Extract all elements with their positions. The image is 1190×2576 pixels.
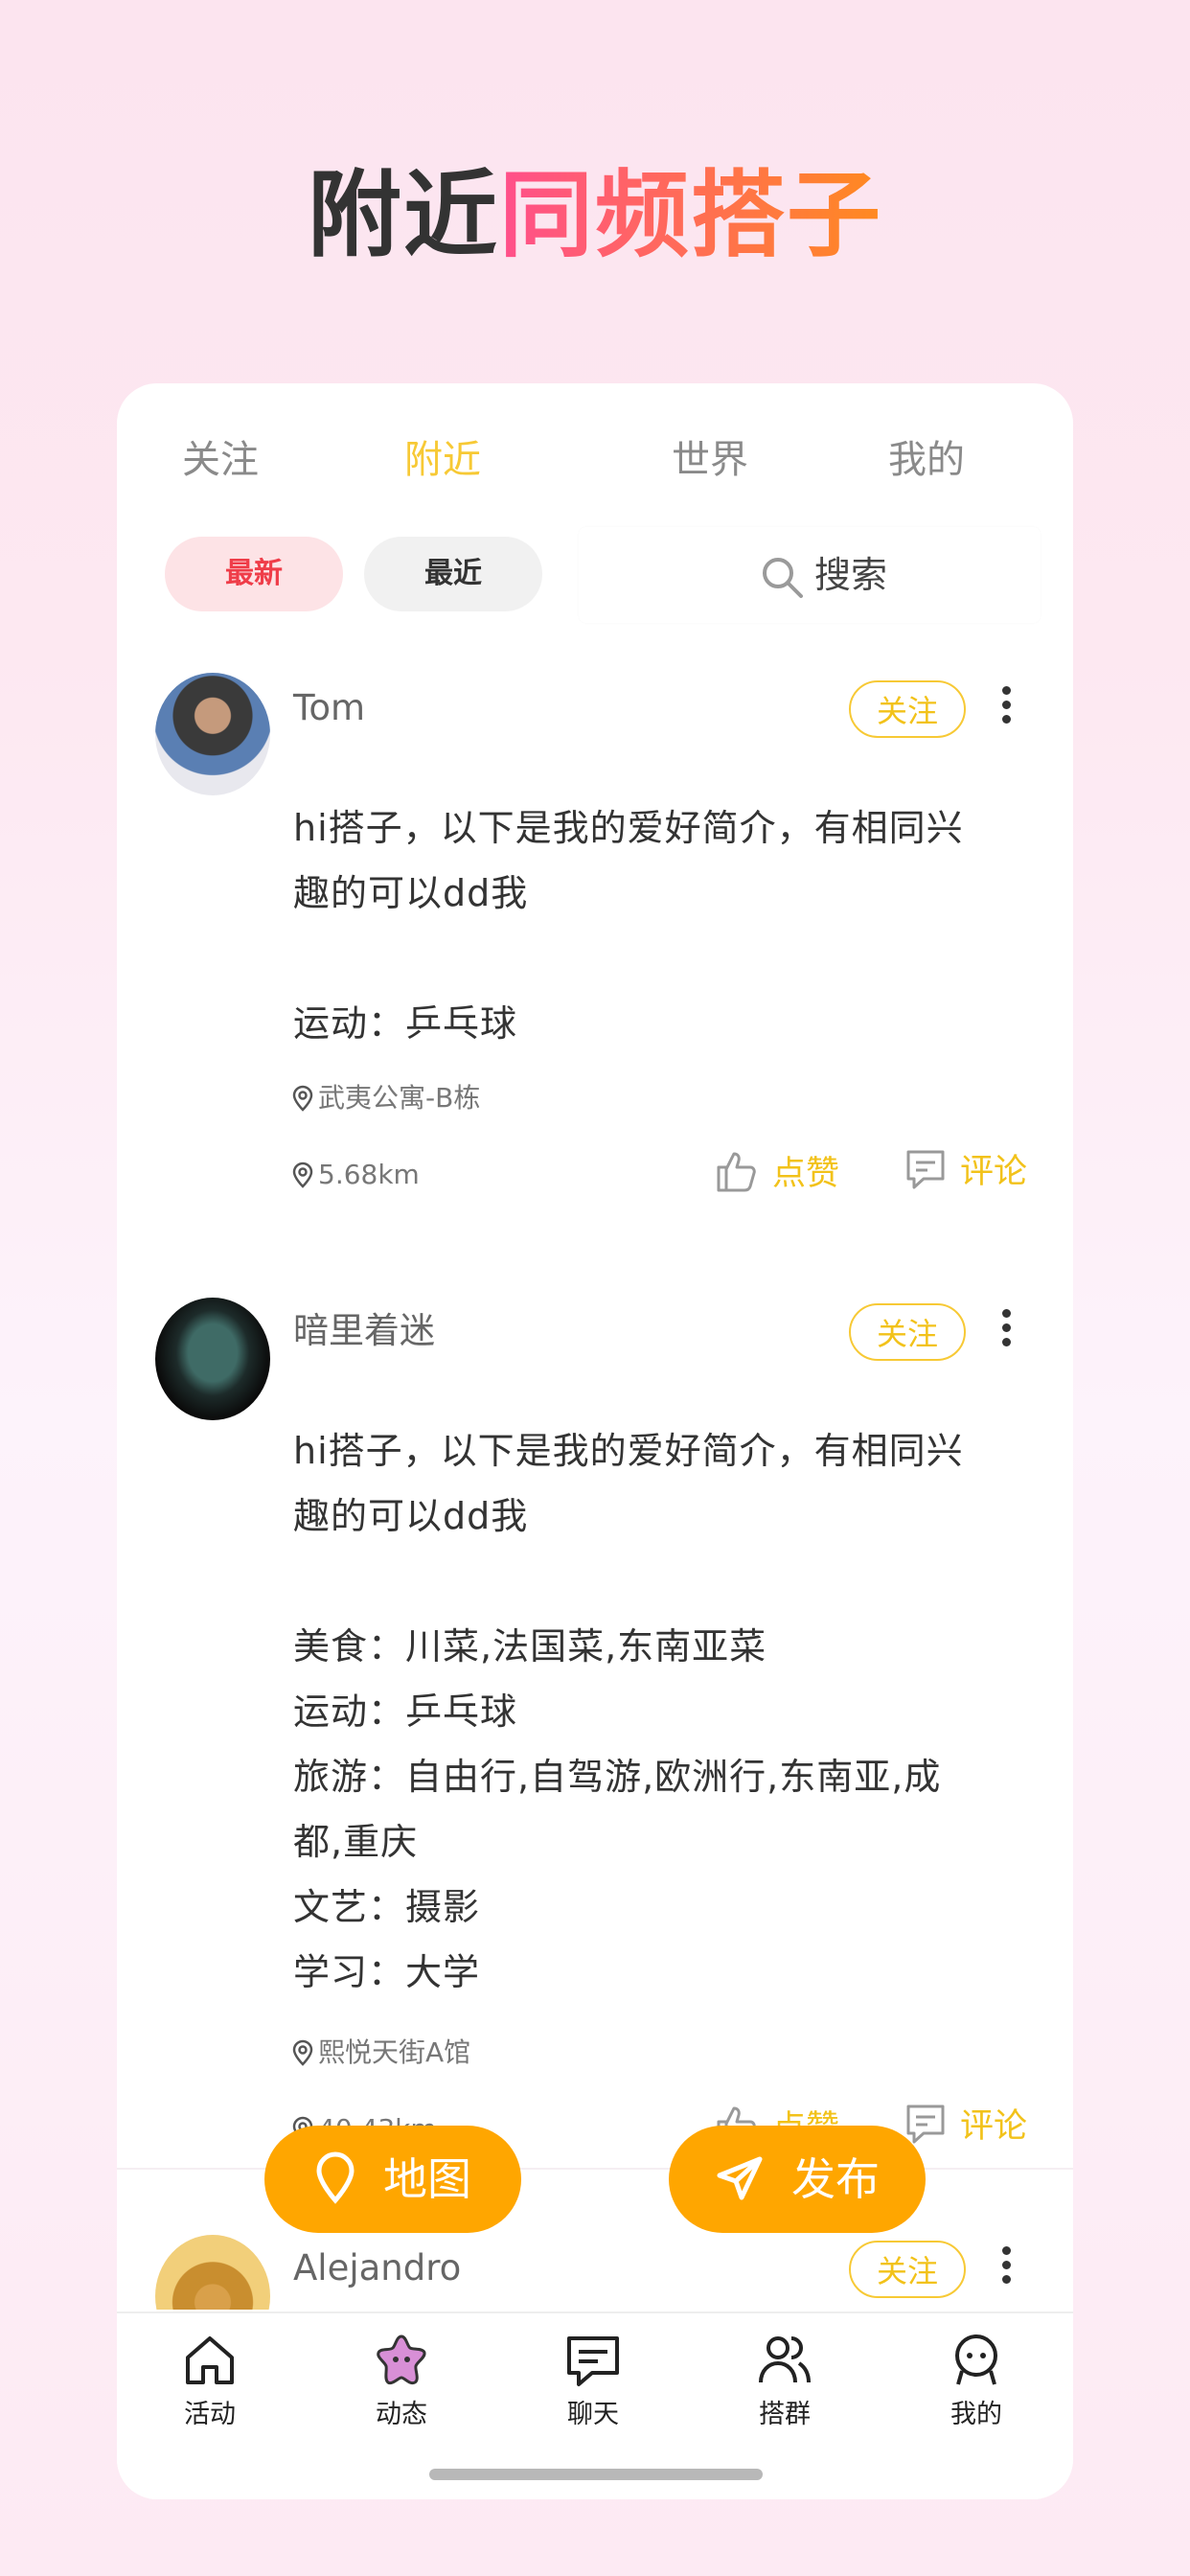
more-options-icon[interactable]	[996, 682, 1016, 730]
publish-button[interactable]: 发布	[669, 2126, 926, 2233]
nav-chat-label: 聊天	[567, 2400, 619, 2429]
comment-button[interactable]: 评论	[904, 2103, 1027, 2150]
search-box[interactable]: 搜索	[579, 527, 1041, 623]
nav-activity-label: 活动	[184, 2400, 236, 2429]
location-pin-icon	[292, 1162, 313, 1188]
follow-button[interactable]: 关注	[849, 2241, 966, 2298]
map-button[interactable]: 地图	[264, 2126, 521, 2233]
tab-following[interactable]: 关注	[182, 431, 259, 489]
tab-world[interactable]: 世界	[672, 431, 748, 489]
nav-chat[interactable]: 聊天	[536, 2331, 651, 2432]
post-username[interactable]: Alejandro	[293, 2244, 461, 2292]
map-label: 地图	[383, 2153, 471, 2205]
send-icon	[717, 2156, 763, 2200]
nav-moments-label: 动态	[376, 2400, 427, 2429]
comment-label: 评论	[960, 1153, 1028, 1191]
map-pin-icon	[316, 2151, 355, 2204]
home-icon	[186, 2336, 234, 2384]
follow-button[interactable]: 关注	[849, 1303, 966, 1361]
chat-icon	[567, 2336, 619, 2386]
tab-nearby[interactable]: 附近	[404, 431, 481, 489]
group-icon	[759, 2336, 811, 2383]
post-text: hi搭子，以下是我的爱好简介，有相同兴 趣的可以dd我 运动：乒乓球	[293, 807, 964, 1045]
filter-recent-button[interactable]: 最近	[364, 537, 542, 611]
avatar[interactable]	[155, 1298, 270, 1420]
tab-mine[interactable]: 我的	[888, 431, 965, 489]
post-location-label: 熙悦天街A馆	[318, 2036, 471, 2068]
nav-groups[interactable]: 搭群	[727, 2331, 842, 2432]
more-options-icon[interactable]	[996, 2242, 1016, 2290]
thumbs-up-icon	[717, 1152, 756, 1192]
post-username[interactable]: 暗里着迷	[293, 1307, 435, 1355]
tab-bar: 关注 附近 世界 我的	[117, 431, 1073, 489]
post-divider	[117, 2168, 1073, 2170]
comment-icon	[906, 2104, 945, 2144]
nav-moments[interactable]: 动态	[344, 2331, 459, 2432]
comment-icon	[906, 1150, 945, 1189]
profile-icon	[955, 2334, 997, 2385]
post-location: 武夷公寓-B栋	[291, 1079, 480, 1117]
post-username[interactable]: Tom	[293, 684, 365, 732]
main-card: 关注 附近 世界 我的 最新 最近 搜索 Tom 关注 hi搭子，以下是我的爱好…	[117, 383, 1073, 2499]
page-headline: 附近同频搭子	[0, 163, 1190, 268]
nav-profile-label: 我的	[950, 2400, 1002, 2429]
headline-part2: 同频搭子	[499, 161, 883, 270]
like-button[interactable]: 点赞	[715, 1148, 839, 1198]
publish-label: 发布	[791, 2153, 880, 2205]
nav-groups-label: 搭群	[759, 2400, 811, 2429]
post-feed: Tom 关注 hi搭子，以下是我的爱好简介，有相同兴 趣的可以dd我 运动：乒乓…	[117, 661, 1073, 2310]
search-placeholder: 搜索	[814, 554, 888, 596]
post-item: Alejandro 关注	[117, 2235, 1073, 2310]
post-location: 熙悦天街A馆	[291, 2034, 470, 2072]
search-icon	[763, 558, 803, 598]
star-icon	[377, 2334, 426, 2385]
post-distance-label: 5.68km	[318, 1159, 420, 1190]
post-text: hi搭子，以下是我的爱好简介，有相同兴 趣的可以dd我 美食：川菜,法国菜,东南…	[293, 1430, 964, 1993]
avatar[interactable]	[155, 2235, 270, 2310]
nav-activity[interactable]: 活动	[152, 2331, 267, 2432]
headline-part1: 附近	[307, 161, 499, 270]
location-pin-icon	[292, 1085, 313, 1112]
filter-newest-button[interactable]: 最新	[165, 537, 343, 611]
follow-button[interactable]: 关注	[849, 680, 966, 738]
more-options-icon[interactable]	[996, 1305, 1016, 1353]
comment-button[interactable]: 评论	[904, 1148, 1027, 1196]
location-pin-icon	[292, 2039, 313, 2066]
post-item: Tom 关注 hi搭子，以下是我的爱好简介，有相同兴 趣的可以dd我 运动：乒乓…	[117, 661, 1073, 1284]
nav-profile[interactable]: 我的	[919, 2331, 1034, 2432]
post-location-label: 武夷公寓-B栋	[318, 1082, 481, 1114]
post-item: 暗里着迷 关注 hi搭子，以下是我的爱好简介，有相同兴 趣的可以dd我 美食：川…	[117, 1284, 1073, 2235]
post-distance: 5.68km	[291, 1156, 420, 1194]
home-indicator	[429, 2469, 763, 2480]
avatar[interactable]	[155, 673, 270, 795]
like-label: 点赞	[772, 1155, 840, 1193]
comment-label: 评论	[960, 2107, 1028, 2146]
